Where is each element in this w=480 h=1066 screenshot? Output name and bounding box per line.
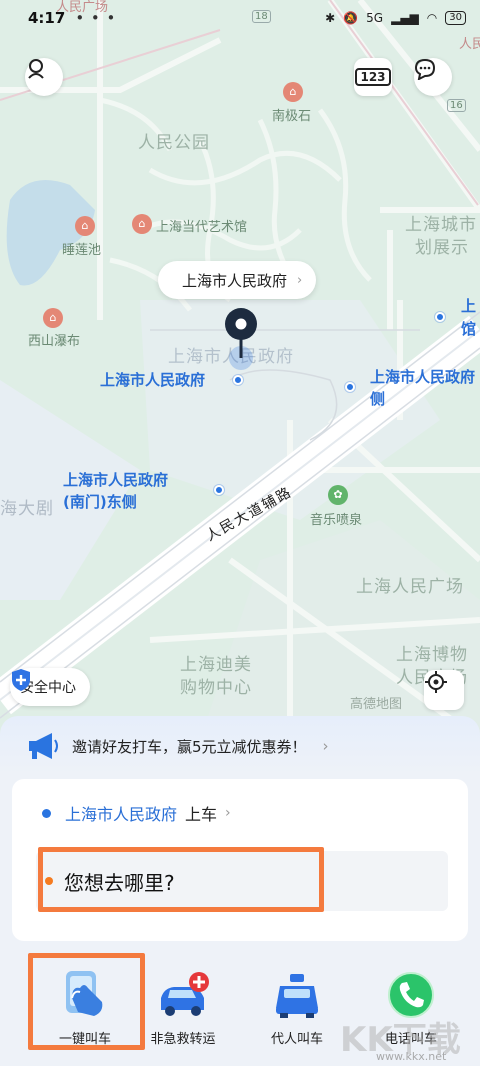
landmark-icon[interactable]: ⌂: [43, 308, 63, 328]
stop-label-side-1[interactable]: 上海市人民政府: [370, 367, 475, 388]
service-non-emergency[interactable]: 非急救转运: [128, 960, 238, 1047]
service-label: 非急救转运: [150, 1032, 216, 1047]
signal-icon: ▂▄▆: [391, 11, 419, 25]
network-label: 5G: [366, 11, 384, 25]
service-one-tap-hail[interactable]: 一键叫车: [30, 960, 140, 1047]
pickup-suffix: 上车: [185, 805, 218, 824]
stop-label-edge-1[interactable]: 上: [461, 296, 476, 317]
road-number-16: 16: [447, 99, 466, 112]
landmark-icon[interactable]: ⌂: [283, 82, 303, 102]
pickup-name: 上海市人民政府: [65, 805, 178, 824]
stop-dot[interactable]: [435, 312, 445, 322]
one-tap-hail-icon: [58, 968, 112, 1022]
pickup-location-bubble[interactable]: 上海市人民政府 ›: [158, 261, 317, 299]
service-label: 一键叫车: [58, 1032, 111, 1047]
crosshair-icon: [425, 671, 447, 693]
status-bar: 4:17 • • • ✱ 🔕 5G ▂▄▆ ◠ 30: [0, 0, 480, 36]
destination-dot: [45, 877, 53, 885]
megaphone-icon: [29, 733, 58, 759]
messages-button[interactable]: [414, 58, 452, 96]
fountain-icon[interactable]: ✿: [328, 485, 348, 505]
watermark-url: www.kkx.net: [376, 1050, 447, 1063]
people-square-label: 上海人民广场: [356, 577, 464, 597]
map-brand-label: 高德地图: [350, 697, 403, 712]
chevron-right-icon: ›: [225, 805, 231, 821]
traffic-label: 123: [355, 68, 391, 86]
stop-dot[interactable]: [214, 485, 224, 495]
planning-label-1: 上海城市: [405, 215, 477, 235]
museum-icon[interactable]: ⌂: [132, 214, 152, 234]
stop-dot[interactable]: [233, 375, 243, 385]
locate-me-button[interactable]: [424, 670, 464, 710]
pickup-pin-icon[interactable]: [222, 306, 260, 374]
service-proxy-hail[interactable]: 代人叫车: [242, 960, 352, 1047]
clock: 4:17: [28, 9, 66, 27]
landmark-icon[interactable]: ⌂: [75, 216, 95, 236]
park-label: 人民公园: [138, 133, 210, 153]
chevron-right-icon: ›: [322, 737, 329, 755]
bluetooth-icon: ✱: [325, 11, 336, 25]
service-label: 代人叫车: [270, 1032, 323, 1047]
mute-icon: 🔕: [343, 11, 359, 25]
promo-banner[interactable]: 邀请好友打车，赢5元立减优惠券！ ›: [26, 728, 329, 764]
destination-input[interactable]: 您想去哪里?: [36, 851, 448, 911]
poi-moca[interactable]: 上海当代艺术馆: [156, 216, 247, 235]
poi-nanjiao[interactable]: 南极石: [272, 105, 311, 124]
destination-placeholder: 您想去哪里?: [64, 870, 175, 895]
stop-label-side-2[interactable]: 侧: [370, 389, 385, 410]
user-icon: [28, 59, 44, 79]
promo-text: 邀请好友打车，赢5元立减优惠券！: [72, 737, 307, 756]
dimei-label-2: 购物中心: [180, 678, 252, 698]
profile-button[interactable]: [25, 58, 63, 96]
safety-center-button[interactable]: 安全中心: [10, 668, 90, 706]
map-view[interactable]: 人民广场 人民 18 16 人民公园 上海市人民政府 上海城市 划展示 海大剧 …: [0, 0, 480, 740]
chevron-right-icon: ›: [297, 272, 303, 288]
poi-waterfall[interactable]: 西山瀑布: [28, 330, 80, 349]
pickup-bubble-label: 上海市人民政府: [182, 271, 288, 290]
poi-lotus[interactable]: 睡莲池: [62, 239, 101, 258]
wifi-icon: ◠: [426, 11, 438, 25]
planning-label-2: 划展示: [415, 238, 469, 258]
poi-fountain[interactable]: 音乐喷泉: [310, 509, 362, 528]
opera-label: 海大剧: [0, 499, 54, 519]
stop-label-edge-2[interactable]: 馆: [461, 319, 476, 340]
pickup-dot: [42, 808, 51, 818]
notification-dots: • • •: [75, 9, 117, 27]
stop-label-south-1[interactable]: 上海市人民政府: [63, 470, 168, 491]
stop-label-gov[interactable]: 上海市人民政府: [100, 370, 205, 391]
shield-plus-icon: [12, 669, 30, 691]
stop-label-south-2[interactable]: (南门)东侧: [63, 492, 137, 513]
chat-bubble-icon: [414, 58, 436, 80]
taxi-icon: [270, 968, 324, 1022]
battery-indicator: 30: [445, 11, 466, 25]
stop-dot[interactable]: [345, 382, 355, 392]
pickup-row[interactable]: 上海市人民政府 上车 ›: [42, 801, 231, 825]
museum-label-1: 上海博物: [396, 645, 468, 665]
dimei-label-1: 上海迪美: [180, 655, 252, 675]
ride-card: 上海市人民政府 上车 › 您想去哪里?: [12, 779, 468, 941]
ambulance-icon: [156, 968, 210, 1022]
traffic-button[interactable]: 123: [354, 58, 392, 96]
